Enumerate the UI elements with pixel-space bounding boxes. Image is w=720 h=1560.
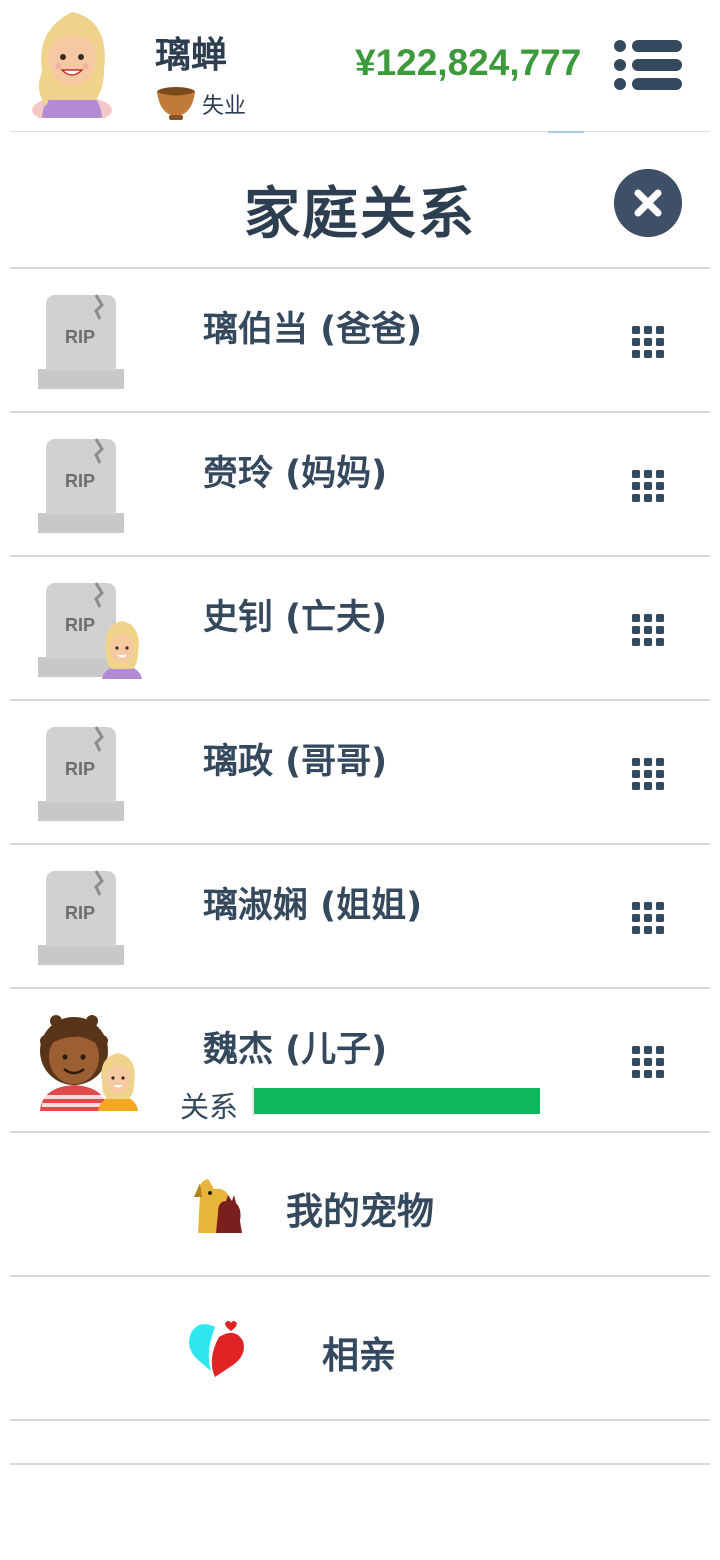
pets-label: 我的宠物 xyxy=(286,1190,434,1233)
money-balance: ¥122,824,777 xyxy=(355,42,582,83)
rip-tombstone-icon: RIP xyxy=(38,438,124,533)
top-header: 璃蝉 失业 ¥122,824,777 xyxy=(0,0,720,132)
member-name: 魏杰 (儿子) xyxy=(203,1030,388,1070)
dating-label: 相亲 xyxy=(322,1334,396,1377)
son-avatar xyxy=(40,1015,138,1111)
grid-dots-icon[interactable] xyxy=(630,324,666,360)
player-name: 璃蝉 xyxy=(155,35,228,76)
svg-text:RIP: RIP xyxy=(65,615,95,635)
member-name: 璃淑娴 (姐姐) xyxy=(203,886,423,926)
family-member-row[interactable]: RIP 赍玲 (妈妈) xyxy=(10,413,710,557)
svg-text:RIP: RIP xyxy=(65,327,95,347)
rip-tombstone-icon: RIP xyxy=(38,294,124,389)
page-title: 家庭关系 xyxy=(244,182,476,247)
list-menu-icon[interactable] xyxy=(612,38,684,92)
family-member-row[interactable]: RIP 璃淑娴 (姐姐) xyxy=(10,845,710,989)
player-avatar[interactable] xyxy=(30,10,114,118)
job-label: 失业 xyxy=(202,94,247,119)
dating-heart-icon xyxy=(189,1321,244,1377)
title-bar: 家庭关系 xyxy=(0,133,720,268)
svg-text:RIP: RIP xyxy=(65,471,95,491)
member-name: 璃伯当 (爸爸) xyxy=(203,310,423,350)
pets-button[interactable]: 我的宠物 xyxy=(10,1133,710,1277)
member-name: 赍玲 (妈妈) xyxy=(203,454,388,494)
family-list: RIP 璃伯当 (爸爸) RIP 赍玲 (妈妈) RIP 史钊 (亡夫) RIP… xyxy=(10,269,710,1465)
relation-bar xyxy=(252,1086,540,1116)
rip-tombstone-icon: RIP xyxy=(38,870,124,965)
member-name: 史钊 (亡夫) xyxy=(203,598,388,638)
relation-bar-fill xyxy=(254,1088,540,1114)
player-job: 失业 xyxy=(156,84,246,124)
grid-dots-icon[interactable] xyxy=(630,1044,666,1080)
family-member-row[interactable]: RIP 璃伯当 (爸爸) xyxy=(10,269,710,413)
svg-text:RIP: RIP xyxy=(65,903,95,923)
member-name: 璃政 (哥哥) xyxy=(203,742,388,782)
pets-icon xyxy=(194,1179,242,1233)
relation-label: 关系 xyxy=(180,1090,239,1124)
grid-dots-icon[interactable] xyxy=(630,468,666,504)
bowl-icon xyxy=(157,87,195,120)
dating-button[interactable]: 相亲 xyxy=(10,1277,710,1421)
family-member-row[interactable]: RIP 璃政 (哥哥) xyxy=(10,701,710,845)
grid-dots-icon[interactable] xyxy=(630,756,666,792)
close-icon[interactable] xyxy=(614,169,682,237)
grid-dots-icon[interactable] xyxy=(630,900,666,936)
grid-dots-icon[interactable] xyxy=(630,612,666,648)
rip-tombstone-icon: RIP xyxy=(38,582,142,679)
svg-text:RIP: RIP xyxy=(65,759,95,779)
family-member-row[interactable]: RIP 史钊 (亡夫) xyxy=(10,557,710,701)
header-divider xyxy=(10,131,710,132)
rip-tombstone-icon: RIP xyxy=(38,726,124,821)
list-end-divider xyxy=(10,1421,710,1465)
family-member-row[interactable]: 魏杰 (儿子) 关系 xyxy=(10,989,710,1133)
